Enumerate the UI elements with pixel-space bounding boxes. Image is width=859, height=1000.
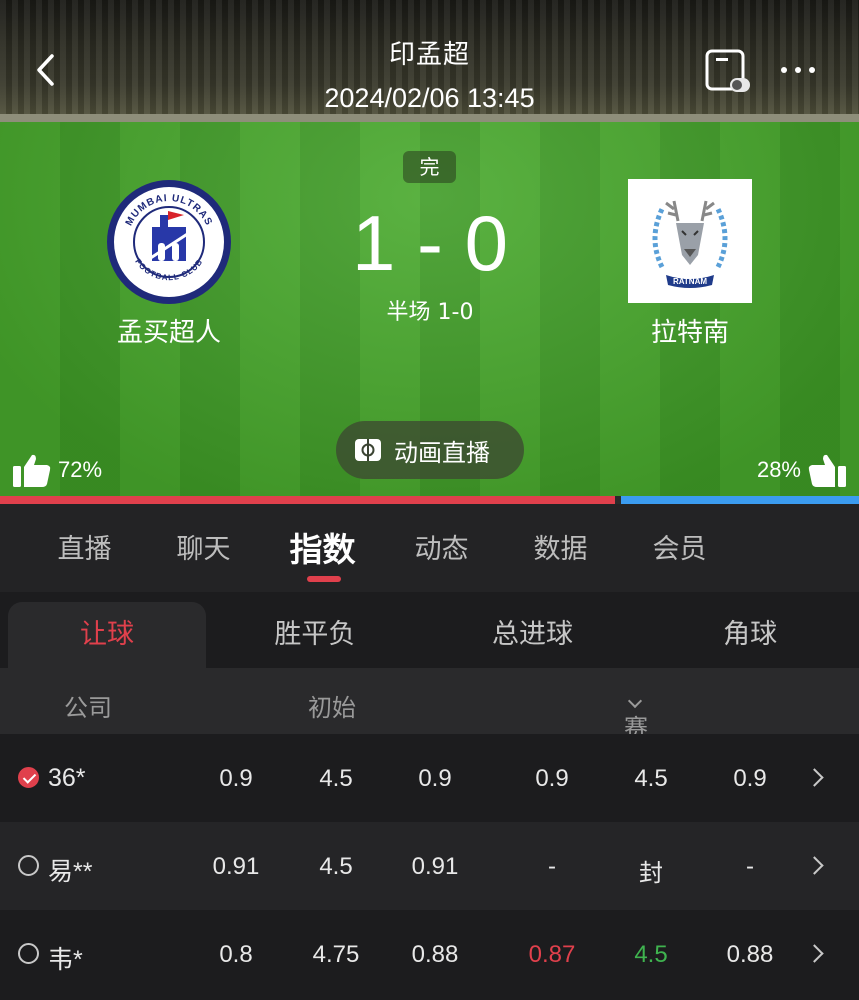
subtab-total-goals[interactable]: 总进球 [424, 602, 642, 668]
mumbai-ultras-crest-icon: MUMBAI ULTRAS FOOTBALL CLUB [115, 188, 223, 296]
unselected-checkbox[interactable] [18, 855, 39, 876]
selected-checkbox[interactable] [18, 767, 39, 788]
pre-away-odds: 0.9 [733, 765, 767, 792]
initial-home-odds: 0.91 [212, 853, 260, 880]
home-team-name[interactable]: 孟买超人 [69, 312, 269, 349]
tab-live[interactable]: 直播 [25, 504, 144, 592]
chevron-down-icon [627, 693, 643, 709]
table-row[interactable]: 36* 0.9 4.5 0.9 0.9 4.5 0.9 [0, 734, 859, 822]
final-score: 1 - 0 [351, 199, 509, 287]
pre-home-odds: 0.9 [535, 765, 569, 792]
odds-table-header: 公司 初始 赛前 [0, 668, 859, 777]
initial-handicap: 4.75 [312, 941, 360, 968]
home-team-logo[interactable]: MUMBAI ULTRAS FOOTBALL CLUB [107, 180, 231, 304]
picture-in-picture-icon [705, 49, 750, 92]
initial-away-odds: 0.9 [418, 765, 452, 792]
initial-home-odds: 0.8 [219, 941, 253, 968]
home-vote-percent: 72% [58, 457, 103, 482]
header-initial: 初始 [308, 694, 356, 722]
away-team-name[interactable]: 拉特南 [590, 312, 790, 349]
away-vote-percent: 28% [756, 457, 801, 482]
home-support-vote[interactable]: 72% [12, 452, 102, 488]
odds-type-tabs: 让球 胜平负 总进球 角球 [0, 592, 859, 668]
main-tab-bar: 直播 聊天 指数 动态 数据 会员 [0, 504, 859, 592]
away-team-logo[interactable]: RATNAM [628, 179, 752, 303]
thumbs-up-icon [808, 454, 846, 487]
unselected-checkbox[interactable] [18, 943, 39, 964]
table-row[interactable]: 韦* 0.8 4.75 0.88 0.87 4.5 0.88 [0, 910, 859, 1000]
tab-stats[interactable]: 数据 [501, 504, 620, 592]
chevron-right-icon[interactable] [805, 768, 824, 787]
dot-icon [795, 67, 801, 73]
away-support-bar [621, 496, 859, 504]
header-company: 公司 [64, 694, 112, 722]
table-row[interactable]: 易** 0.91 4.5 0.91 - 封 - [0, 822, 859, 910]
tab-member[interactable]: 会员 [620, 504, 739, 592]
pre-away-odds: 0.88 [726, 941, 774, 968]
tab-chat[interactable]: 聊天 [144, 504, 263, 592]
header-pre-match-dropdown[interactable]: 赛前 [624, 688, 648, 777]
halftime-score: 半场 1-0 [386, 300, 474, 325]
initial-handicap: 4.5 [319, 765, 353, 792]
company-name: 36* [48, 764, 86, 792]
home-support-bar [0, 496, 615, 504]
animation-live-label: 动画直播 [394, 438, 490, 467]
pre-home-odds: - [548, 853, 556, 880]
pre-handicap: 封 [639, 860, 663, 887]
ratnam-deer-crest-icon: RATNAM [652, 200, 728, 288]
logo-text: RATNAM [673, 277, 707, 286]
company-name: 易** [48, 858, 93, 886]
initial-handicap: 4.5 [319, 853, 353, 880]
support-ratio-bar [0, 496, 859, 504]
initial-away-odds: 0.88 [411, 941, 459, 968]
pre-handicap: 4.5 [634, 765, 668, 792]
pre-away-odds: - [746, 853, 754, 880]
pitch-animation-icon [355, 439, 381, 461]
company-name: 韦* [48, 946, 83, 974]
match-header: 印孟超 2024/02/06 13:45 完 1 - 0 半场 1-0 MUMB… [0, 0, 859, 500]
more-options-button[interactable] [775, 58, 821, 82]
chevron-right-icon[interactable] [805, 856, 824, 875]
tab-news[interactable]: 动态 [382, 504, 501, 592]
match-status-badge: 完 [403, 151, 456, 183]
tab-odds[interactable]: 指数 [263, 504, 382, 592]
pre-home-odds: 0.87 [528, 941, 576, 968]
floating-window-button[interactable] [704, 48, 750, 94]
dot-icon [781, 67, 787, 73]
initial-away-odds: 0.91 [411, 853, 459, 880]
animation-live-button[interactable]: 动画直播 [336, 421, 524, 479]
thumbs-up-icon [13, 454, 51, 487]
subtab-corners[interactable]: 角球 [641, 602, 859, 668]
subtab-1x2[interactable]: 胜平负 [206, 602, 424, 668]
initial-home-odds: 0.9 [219, 765, 253, 792]
away-support-vote[interactable]: 28% [757, 452, 847, 488]
chevron-right-icon[interactable] [805, 944, 824, 963]
dot-icon [809, 67, 815, 73]
subtab-handicap[interactable]: 让球 [8, 602, 206, 668]
pre-handicap: 4.5 [634, 941, 668, 968]
